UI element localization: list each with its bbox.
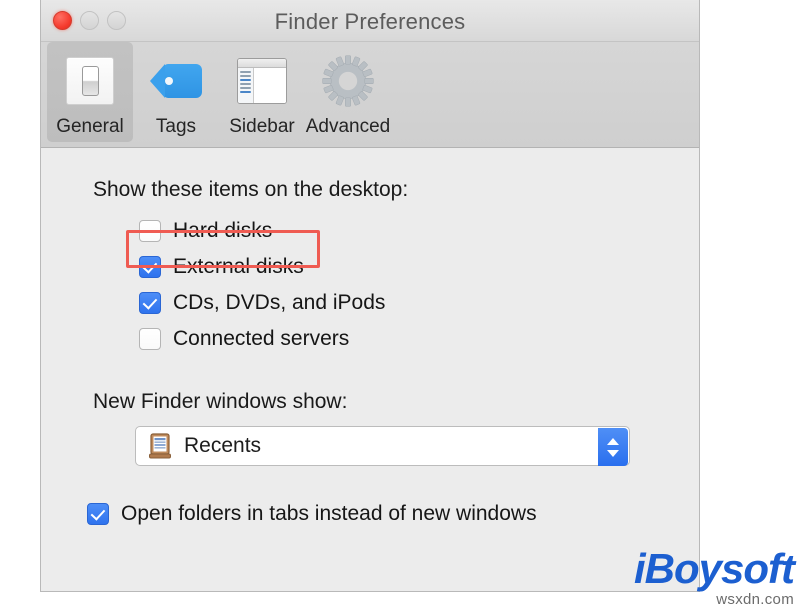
checkbox-row-hard-disks[interactable]: Hard disks: [139, 218, 699, 244]
window-title: Finder Preferences: [274, 9, 466, 34]
general-pane: Show these items on the desktop: Hard di…: [41, 148, 699, 590]
new-finder-windows-value: Recents: [184, 434, 262, 457]
open-folders-in-tabs-checkbox[interactable]: [87, 503, 109, 525]
checkbox-row-open-folders-in-tabs[interactable]: Open folders in tabs instead of new wind…: [87, 502, 699, 526]
tab-general[interactable]: General: [47, 42, 133, 142]
hard-disks-label: Hard disks: [173, 219, 273, 242]
watermark-subtitle: wsxdn.com: [716, 591, 794, 608]
dropdown-stepper-button[interactable]: [598, 428, 628, 466]
sidebar-window-icon: [237, 50, 287, 112]
open-folders-in-tabs-label: Open folders in tabs instead of new wind…: [121, 502, 537, 525]
external-disks-checkbox[interactable]: [139, 256, 161, 278]
screenshot-root: Finder Preferences General Tags Sidebar …: [0, 0, 800, 612]
cds-dvds-ipods-checkbox[interactable]: [139, 292, 161, 314]
preferences-toolbar: General Tags Sidebar Advanced: [41, 42, 699, 148]
tab-advanced-label: Advanced: [305, 116, 391, 137]
connected-servers-label: Connected servers: [173, 327, 350, 350]
tab-tags[interactable]: Tags: [133, 42, 219, 142]
checkbox-row-connected-servers[interactable]: Connected servers: [139, 326, 699, 352]
finder-preferences-window: Finder Preferences General Tags Sidebar …: [40, 0, 700, 592]
checkbox-row-external-disks[interactable]: External disks: [139, 254, 699, 280]
gear-icon: [321, 50, 375, 112]
desktop-items-label: Show these items on the desktop:: [93, 178, 409, 201]
chevron-up-icon: [607, 437, 619, 445]
external-disks-label: External disks: [173, 255, 304, 278]
new-finder-windows-section: New Finder windows show: Recents: [93, 390, 699, 466]
tab-sidebar[interactable]: Sidebar: [219, 42, 305, 142]
connected-servers-checkbox[interactable]: [139, 328, 161, 350]
recents-clock-icon: [149, 433, 171, 459]
window-titlebar: Finder Preferences: [41, 0, 699, 42]
hard-disks-checkbox[interactable]: [139, 220, 161, 242]
tab-tags-label: Tags: [155, 116, 197, 137]
new-finder-windows-dropdown[interactable]: Recents: [135, 426, 630, 466]
tab-advanced[interactable]: Advanced: [305, 42, 391, 142]
tab-general-label: General: [56, 116, 124, 137]
tag-icon: [150, 50, 202, 112]
light-switch-icon: [66, 50, 114, 112]
new-finder-windows-label: New Finder windows show:: [93, 390, 348, 413]
chevron-down-icon: [607, 449, 619, 457]
checkbox-row-cds-dvds-ipods[interactable]: CDs, DVDs, and iPods: [139, 290, 699, 316]
desktop-items-checkbox-group: Hard disks External disks CDs, DVDs, and…: [93, 218, 699, 352]
cds-dvds-ipods-label: CDs, DVDs, and iPods: [173, 291, 386, 314]
tab-sidebar-label: Sidebar: [229, 116, 295, 137]
